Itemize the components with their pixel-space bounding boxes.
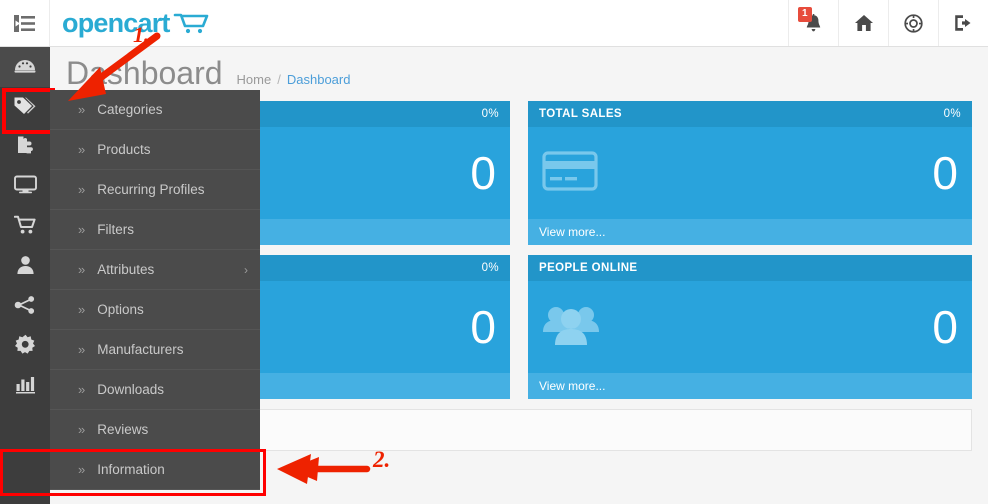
sidebar-item-extensions[interactable]	[0, 127, 50, 167]
opencart-logo[interactable]: opencart	[50, 0, 209, 46]
dashboard-tile-total-sales[interactable]: TOTAL SALES 0% 0 View more...	[528, 101, 972, 245]
user-icon	[16, 255, 35, 280]
menu-item-information[interactable]: » Information	[0, 449, 266, 496]
menu-item-label: Options	[97, 302, 144, 317]
people-group-icon	[542, 302, 600, 353]
menu-item-label: Attributes	[97, 262, 155, 277]
tile-footer[interactable]: View more...	[528, 373, 972, 399]
chevron-double-right-icon: »	[78, 382, 86, 397]
chevron-double-right-icon: »	[78, 142, 86, 157]
tile-body: 0	[528, 281, 972, 373]
chevron-double-right-icon: »	[78, 182, 86, 197]
chevron-double-right-icon: »	[78, 462, 86, 477]
menu-item-reviews[interactable]: » Reviews	[50, 410, 260, 450]
logo-text: opencart	[62, 7, 170, 38]
help-lifebuoy-icon[interactable]	[888, 0, 938, 46]
menu-item-label: Information	[97, 462, 165, 477]
tile-title: TOTAL SALES	[539, 108, 622, 120]
chevron-right-icon: ›	[244, 262, 248, 277]
chevron-double-right-icon: »	[78, 302, 86, 317]
chevron-double-right-icon: »	[78, 102, 86, 117]
menu-item-label: Recurring Profiles	[97, 182, 205, 197]
menu-item-attributes[interactable]: » Attributes ›	[50, 250, 260, 290]
tile-percent: 0%	[481, 262, 499, 274]
breadcrumb-separator: /	[277, 72, 281, 87]
sidebar-item-design[interactable]	[0, 167, 50, 207]
sidebar-item-dashboard[interactable]	[0, 47, 50, 87]
tile-body: 0	[528, 127, 972, 219]
header-actions: 1	[788, 0, 988, 46]
tile-header: PEOPLE ONLINE	[528, 255, 972, 281]
tile-percent: 0%	[481, 108, 499, 120]
logout-icon[interactable]	[938, 0, 988, 46]
bar-chart-icon	[15, 375, 36, 399]
menu-item-label: Downloads	[97, 382, 165, 397]
tile-value: 0	[932, 301, 958, 353]
tile-percent: 0%	[943, 108, 961, 120]
list-toggle-icon[interactable]	[0, 0, 50, 46]
tags-icon	[13, 95, 37, 120]
monitor-icon	[13, 175, 37, 199]
menu-item-manufacturers[interactable]: » Manufacturers	[50, 330, 260, 370]
home-icon[interactable]	[838, 0, 888, 46]
sidebar-item-catalog[interactable]	[0, 87, 55, 134]
tile-view-more-link[interactable]: View more...	[539, 225, 605, 239]
puzzle-piece-icon	[14, 135, 36, 160]
shopping-cart-icon	[173, 11, 209, 35]
sidebar-item-marketing[interactable]	[0, 287, 50, 327]
share-nodes-icon	[14, 295, 36, 320]
catalog-dropdown-menu: » Categories » Products » Recurring Prof…	[0, 90, 266, 496]
header-spacer	[209, 0, 788, 46]
sidebar-item-system[interactable]	[0, 327, 50, 367]
chevron-double-right-icon: »	[78, 422, 86, 437]
chevron-double-right-icon: »	[78, 342, 86, 357]
menu-item-downloads[interactable]: » Downloads	[50, 370, 260, 410]
menu-item-label: Filters	[97, 222, 134, 237]
tile-value: 0	[470, 147, 496, 199]
chevron-double-right-icon: »	[78, 262, 86, 277]
sidebar-item-reports[interactable]	[0, 367, 50, 407]
left-sidebar	[0, 47, 55, 504]
dashboard-tile-people-online[interactable]: PEOPLE ONLINE 0 View more...	[528, 255, 972, 399]
breadcrumb-item-home[interactable]: Home	[237, 72, 272, 87]
sidebar-item-sales[interactable]	[0, 207, 50, 247]
dashboard-gauge-icon	[14, 55, 36, 80]
page-header: Dashboard Home / Dashboard	[50, 47, 988, 95]
menu-item-label: Products	[97, 142, 151, 157]
notification-badge: 1	[798, 7, 812, 22]
menu-item-recurring-profiles[interactable]: » Recurring Profiles	[50, 170, 260, 210]
breadcrumb-item-dashboard[interactable]: Dashboard	[287, 72, 351, 87]
tile-footer[interactable]: View more...	[528, 219, 972, 245]
shopping-cart-icon	[13, 215, 36, 240]
menu-item-label: Categories	[97, 102, 163, 117]
gear-icon	[14, 334, 36, 360]
menu-item-label: Manufacturers	[97, 342, 184, 357]
menu-item-filters[interactable]: » Filters	[50, 210, 260, 250]
sidebar-item-customers[interactable]	[0, 247, 50, 287]
tile-value: 0	[470, 301, 496, 353]
menu-item-categories[interactable]: » Categories	[50, 90, 260, 130]
tile-title: PEOPLE ONLINE	[539, 262, 638, 274]
tile-header: TOTAL SALES 0%	[528, 101, 972, 127]
tile-view-more-link[interactable]: View more...	[539, 379, 605, 393]
credit-card-icon	[542, 149, 598, 198]
menu-item-options[interactable]: » Options	[50, 290, 260, 330]
chevron-double-right-icon: »	[78, 222, 86, 237]
menu-item-products[interactable]: » Products	[50, 130, 260, 170]
annotation-label-1: 1.	[133, 22, 150, 47]
notification-bell-icon[interactable]: 1	[788, 0, 838, 46]
page-title: Dashboard	[66, 55, 223, 91]
annotation-label-2: 2.	[373, 447, 391, 472]
breadcrumb: Home / Dashboard	[237, 72, 351, 87]
tile-value: 0	[932, 147, 958, 199]
menu-item-label: Reviews	[97, 422, 149, 437]
opencart-admin-dashboard: opencart 1 Dashboard Home / Dashboard 0%…	[0, 0, 988, 504]
